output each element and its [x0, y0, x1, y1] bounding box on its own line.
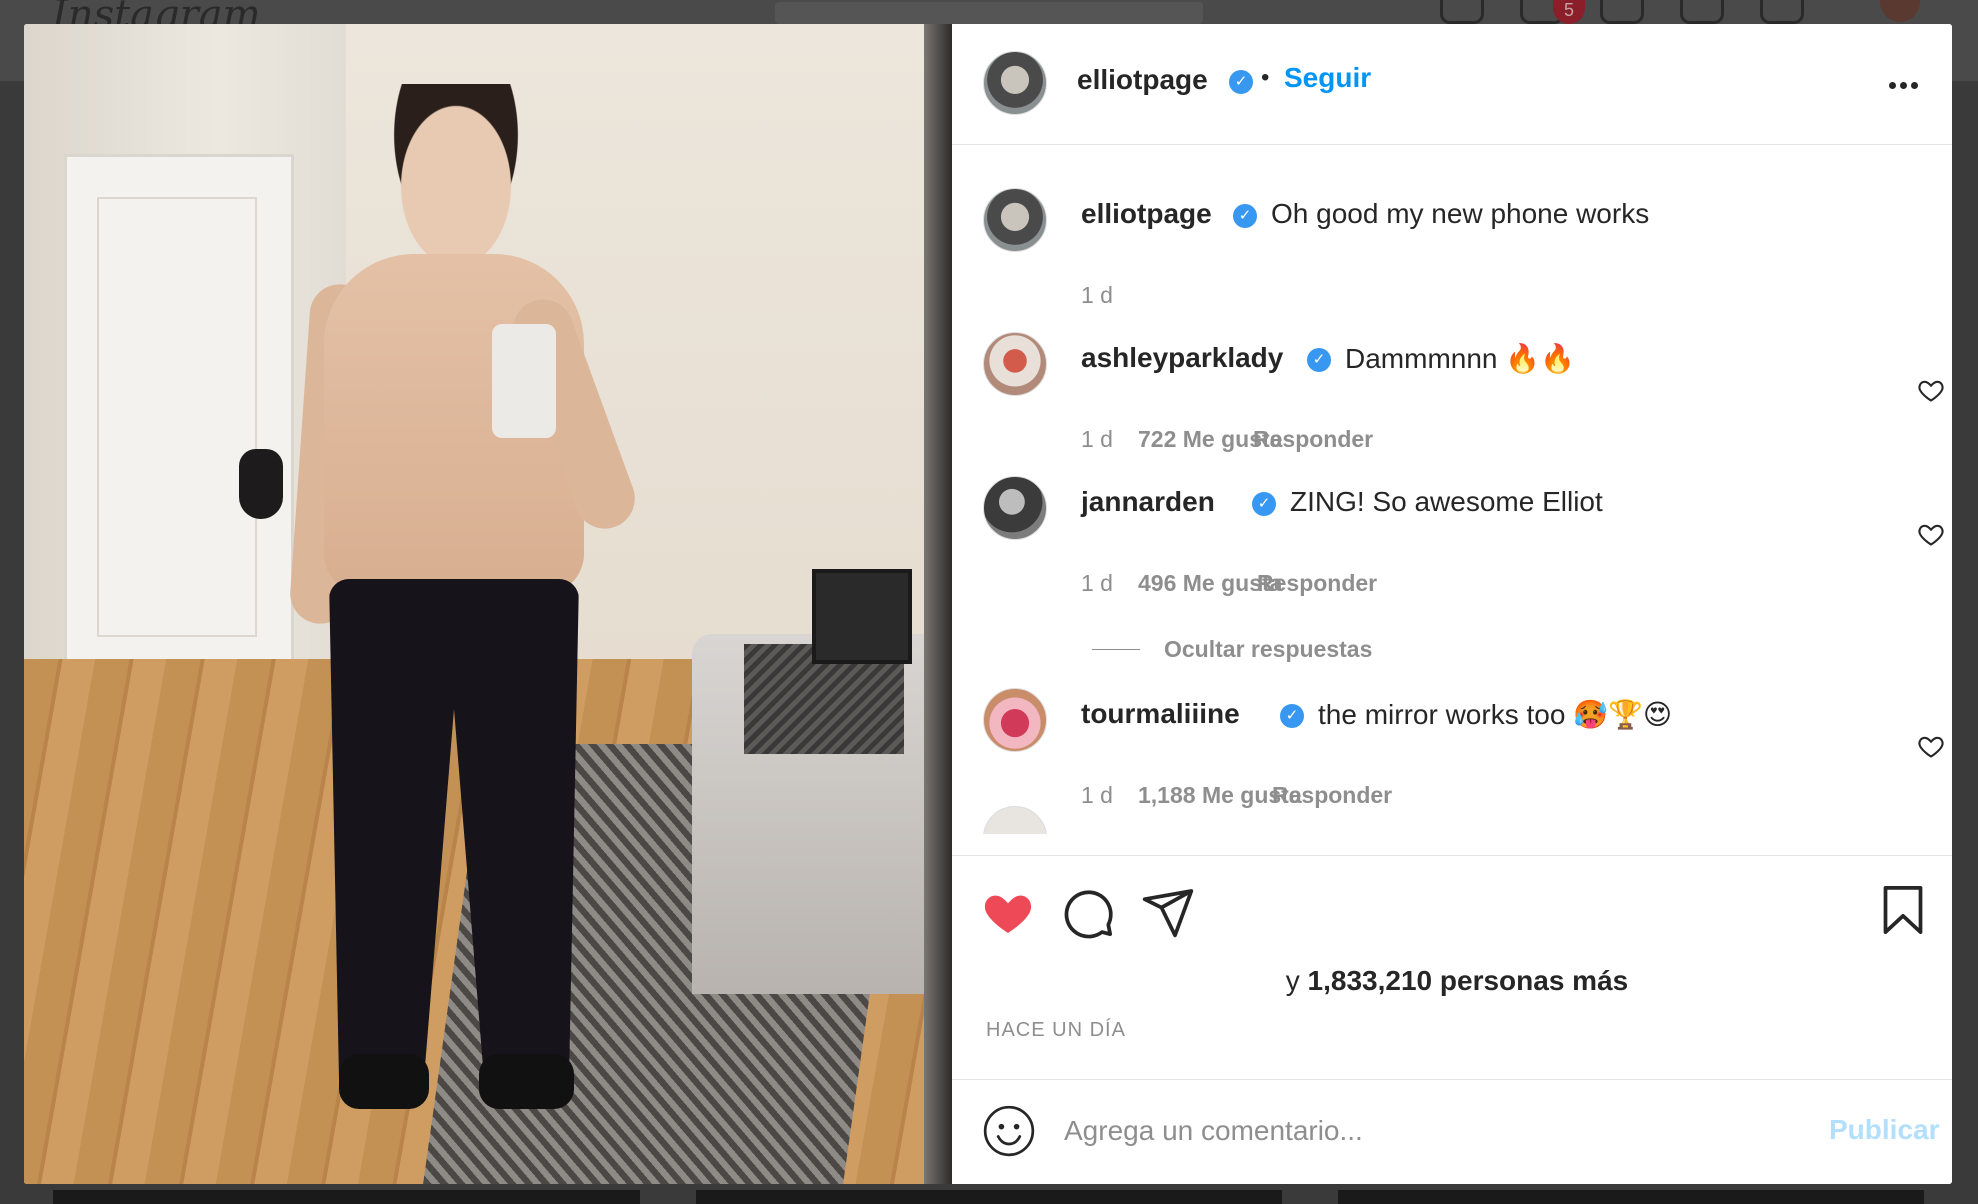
emoji-icon[interactable]	[983, 1105, 1035, 1157]
commenter-avatar[interactable]	[983, 476, 1047, 540]
post-side-panel: elliotpage ✓ • Seguir elliotpage ✓ Oh go…	[952, 24, 1952, 1184]
likes-prefix: y	[1285, 965, 1300, 996]
publish-button[interactable]: Publicar	[1829, 1114, 1939, 1146]
caption-text: Oh good my new phone works	[1271, 198, 1650, 229]
bookmark-icon[interactable]	[1875, 882, 1931, 938]
comment-input[interactable]	[1064, 1104, 1764, 1158]
caption-avatar[interactable]	[983, 188, 1047, 252]
caption-username[interactable]: elliotpage	[1081, 198, 1212, 230]
comment-time: 1 d	[1081, 570, 1113, 596]
comment-username[interactable]: tourmaliiine	[1081, 698, 1240, 730]
comment-text: ZING! So awesome Elliot	[1290, 486, 1603, 517]
background-nav-icons	[1440, 0, 1804, 24]
heart-outline-icon[interactable]	[1917, 520, 1945, 548]
post-photo[interactable]	[24, 24, 952, 1184]
likes-summary[interactable]: y 1,833,210 personas más	[952, 965, 1952, 997]
hide-replies-button[interactable]: Ocultar respuestas	[1164, 636, 1372, 663]
explore-icon	[1680, 0, 1724, 24]
commenter-avatar	[983, 806, 1047, 834]
heart-filled-icon[interactable]	[980, 884, 1036, 940]
post-modal: elliotpage ✓ • Seguir elliotpage ✓ Oh go…	[24, 24, 1952, 1184]
comment-text: Dammmnnn 🔥🔥	[1345, 343, 1575, 374]
new-post-icon	[1600, 0, 1644, 24]
verified-badge-icon: ✓	[1307, 348, 1331, 372]
heart-outline-icon[interactable]	[1917, 376, 1945, 404]
comment-username[interactable]: ashleyparklady	[1081, 342, 1283, 374]
commenter-avatar[interactable]	[983, 332, 1047, 396]
background-search	[775, 2, 1203, 24]
post-header: elliotpage ✓ • Seguir	[952, 24, 1952, 145]
verified-badge-icon: ✓	[1229, 70, 1253, 94]
home-icon	[1440, 0, 1484, 24]
reply-button[interactable]: Responder	[1257, 570, 1377, 597]
post-timestamp: HACE UN DÍA	[986, 1019, 1126, 1041]
caption-time: 1 d	[1081, 282, 1113, 308]
comment-icon[interactable]	[1060, 884, 1116, 940]
verified-badge-icon: ✓	[1252, 492, 1276, 516]
follow-button[interactable]: Seguir	[1284, 62, 1371, 94]
verified-badge-icon: ✓	[1233, 204, 1257, 228]
post-actions: y 1,833,210 personas más HACE UN DÍA	[952, 855, 1952, 1080]
profile-avatar	[1880, 0, 1920, 22]
comment-text: the mirror works too 🥵🏆😍	[1318, 699, 1673, 730]
activity-icon	[1760, 0, 1804, 24]
more-options-icon[interactable]	[1889, 76, 1925, 89]
separator-dot: •	[1261, 64, 1270, 91]
commenter-avatar[interactable]	[983, 688, 1047, 752]
author-avatar[interactable]	[983, 51, 1047, 115]
likes-count[interactable]: 1,833,210 personas más	[1308, 965, 1629, 996]
verified-badge-icon: ✓	[1280, 704, 1304, 728]
background-thumbnail	[696, 1190, 1282, 1204]
paper-plane-icon[interactable]	[1140, 884, 1196, 940]
background-thumbnail	[1338, 1190, 1924, 1204]
heart-outline-icon[interactable]	[1917, 732, 1945, 760]
comment-username[interactable]: jannarden	[1081, 486, 1215, 518]
photo-door	[64, 154, 294, 674]
comment-time: 1 d	[1081, 426, 1113, 452]
comments-list[interactable]: elliotpage ✓ Oh good my new phone works …	[952, 146, 1952, 846]
reply-button[interactable]: Responder	[1253, 426, 1373, 453]
author-username[interactable]: elliotpage	[1077, 64, 1208, 96]
comment-composer: Publicar	[952, 1079, 1952, 1184]
list-item-clipped	[952, 804, 1952, 834]
background-thumbnail	[53, 1190, 640, 1204]
divider	[1092, 649, 1140, 650]
